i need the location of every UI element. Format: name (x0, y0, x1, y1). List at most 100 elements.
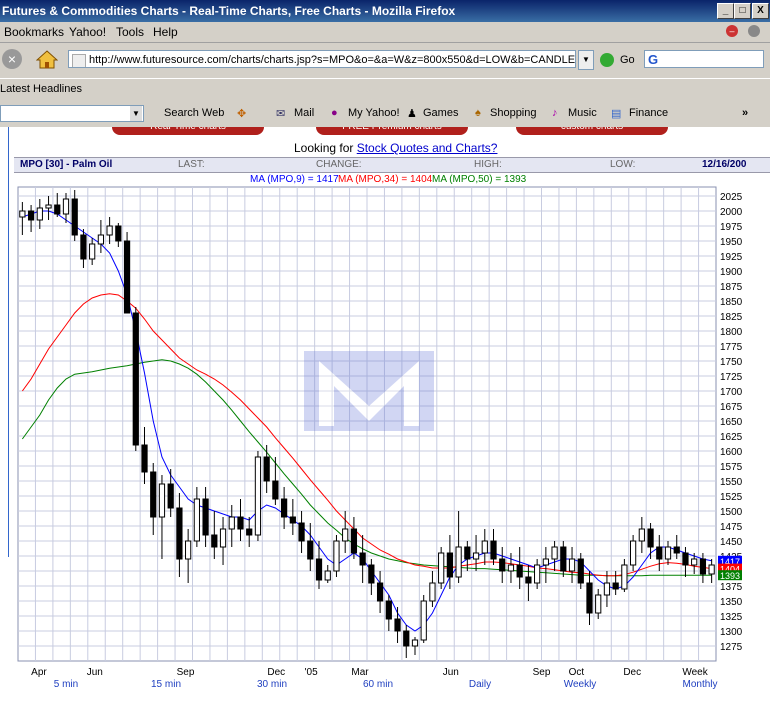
menu-yahoo[interactable]: Yahoo! (69, 25, 106, 39)
home-icon[interactable] (35, 49, 59, 69)
menu-tools[interactable]: Tools (116, 25, 144, 39)
timeframe-link[interactable]: 5 min (54, 679, 78, 690)
timeframe-link[interactable]: 15 min (151, 679, 181, 690)
stop-icon[interactable]: – (726, 25, 738, 37)
candle-body (446, 552, 454, 578)
menu-bookmarks[interactable]: Bookmarks (4, 25, 64, 39)
menu-help[interactable]: Help (153, 25, 178, 39)
timeframe-link[interactable]: Daily (469, 679, 491, 690)
tab-real-time-charts[interactable]: Real-Time charts (112, 127, 264, 135)
y-tick-label: 1775 (720, 342, 743, 353)
close-window-button[interactable]: X (752, 3, 769, 19)
tab-custom-charts[interactable]: custom charts (516, 127, 668, 135)
candle-body (464, 546, 471, 560)
stock-quotes-link[interactable]: Stock Quotes and Charts? (357, 141, 498, 155)
bookmarks-toolbar: Latest Headlines (0, 78, 770, 102)
legend-ma50: MA (MPO,50) = 1393 (432, 174, 527, 185)
y-tick-label: 1750 (720, 357, 743, 368)
url-dropdown-icon[interactable]: ▼ (578, 50, 594, 70)
legend-ma9: MA (MPO,9) = 1417 (250, 174, 339, 185)
candle-body (71, 198, 78, 236)
candle-body (54, 204, 61, 215)
price-chart: 2025 2000 1975 1950 1925 1900 1875 1850 1825 1800… (17, 174, 743, 690)
go-button[interactable]: Go (620, 54, 635, 66)
candle-body (534, 564, 541, 584)
url-text: http://www.futuresource.com/charts/chart… (89, 54, 576, 66)
timeframe-link[interactable]: 30 min (257, 679, 287, 690)
candle-body (272, 480, 279, 500)
timeframe-link[interactable]: Weekly (564, 679, 597, 690)
candle-body (132, 312, 139, 446)
candle-body (359, 552, 366, 566)
window-title-bar: Futures & Commodities Charts - Real-Time… (0, 0, 770, 22)
search-web-button[interactable]: Search Web (164, 107, 224, 119)
y-tick-label: 1675 (720, 402, 743, 413)
candle-body (472, 552, 480, 560)
go-icon[interactable] (600, 53, 614, 67)
candle-body (612, 582, 619, 590)
finance-icon: ▤ (611, 108, 622, 120)
page-content: Real-Time charts FREE Premium charts cus… (0, 127, 770, 716)
candle-body (211, 534, 218, 548)
left-frame-edge (0, 127, 9, 557)
games-button[interactable]: Games (423, 107, 458, 119)
maximize-button[interactable]: □ (734, 3, 751, 19)
y-tick-label: 1825 (720, 312, 743, 323)
search-field[interactable]: G (644, 50, 764, 68)
candle-body (298, 522, 305, 542)
shopping-icon: ♠ (475, 107, 481, 119)
candle-body (237, 516, 244, 530)
timeframe-link[interactable]: Monthly (682, 679, 717, 690)
candle-body (438, 552, 445, 584)
candle-body (420, 600, 427, 641)
y-tick-label: 1450 (720, 537, 743, 548)
timeframe-link[interactable]: 60 min (363, 679, 393, 690)
shopping-button[interactable]: Shopping (490, 107, 537, 119)
candle-body (36, 207, 43, 221)
candle-body (560, 546, 567, 572)
latest-headlines-link[interactable]: Latest Headlines (0, 83, 82, 95)
x-tick-label: Week (682, 667, 708, 678)
y-tick-label: 1800 (720, 327, 743, 338)
google-logo: G (648, 52, 659, 67)
candle-body (368, 564, 375, 584)
candle-body (315, 558, 323, 581)
yahoo-highlight-icon[interactable]: ✥ (237, 107, 246, 120)
candle-body (542, 558, 549, 566)
mail-button[interactable]: Mail (294, 107, 314, 119)
candle (333, 535, 340, 577)
price-tag-label: 1393 (720, 571, 740, 581)
url-field[interactable]: http://www.futuresource.com/charts/chart… (68, 50, 576, 68)
low-label: LOW: (610, 159, 636, 170)
candle-body (568, 558, 576, 572)
y-tick-label: 1650 (720, 417, 743, 428)
looking-for-text: Looking for (294, 141, 354, 155)
candle-body (455, 546, 462, 578)
tab-free-premium-charts[interactable]: FREE Premium charts (316, 127, 468, 135)
stop-load-icon[interactable]: × (2, 49, 22, 69)
candle-body (656, 546, 663, 560)
toolbar-overflow-icon[interactable]: » (742, 107, 748, 119)
candle-body (167, 483, 174, 509)
yahoo-search-input[interactable] (0, 105, 144, 122)
candle-body (673, 546, 680, 554)
y-tick-label: 1925 (720, 252, 743, 263)
candle-body (603, 582, 611, 596)
music-button[interactable]: Music (568, 107, 597, 119)
chart-date: 12/16/200 (702, 159, 747, 170)
candle-body (27, 210, 35, 221)
candle-body (89, 243, 96, 260)
my-yahoo-button[interactable]: My Yahoo! (348, 107, 400, 119)
candle-body (333, 540, 340, 572)
y-tick-label: 1325 (720, 612, 743, 623)
x-tick-label: Mar (351, 667, 369, 678)
candle-body (621, 564, 628, 590)
high-label: HIGH: (474, 159, 502, 170)
yahoo-search-dropdown-icon[interactable]: ▼ (130, 106, 142, 121)
finance-button[interactable]: Finance (629, 107, 668, 119)
candle (420, 595, 427, 643)
legend-ma34: MA (MPO,34) = 1404 (338, 174, 433, 185)
minimize-button[interactable]: _ (717, 3, 734, 19)
candle-body (586, 582, 593, 614)
x-tick-label: Sep (533, 667, 551, 678)
